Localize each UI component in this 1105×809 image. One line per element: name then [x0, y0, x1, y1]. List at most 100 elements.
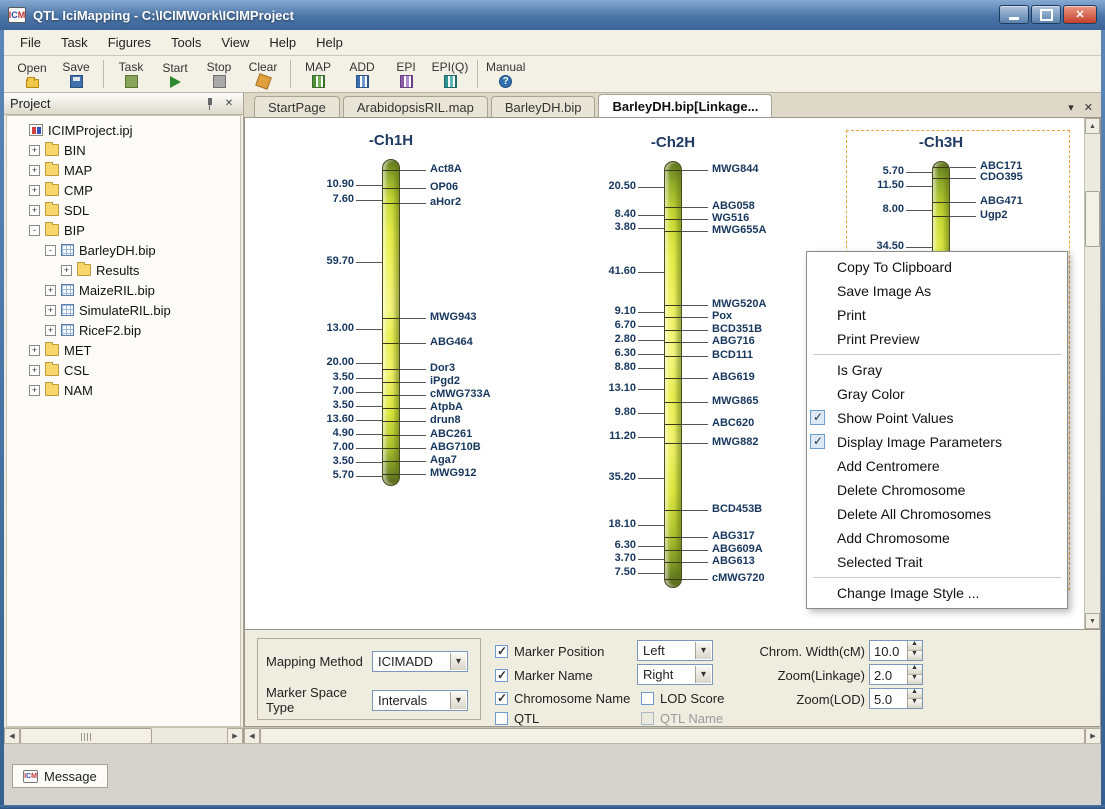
- tree-expander-icon[interactable]: +: [29, 205, 40, 216]
- toolbar-button-manual[interactable]: Manual: [483, 59, 528, 89]
- tree-item-results[interactable]: +Results: [7, 260, 240, 280]
- zoom-linkage-value[interactable]: 2.0: [870, 665, 907, 684]
- marker-space-type-select[interactable]: Intervals: [372, 690, 468, 711]
- tree-expander-icon[interactable]: +: [29, 145, 40, 156]
- toolbar-button-task[interactable]: Task: [109, 59, 153, 89]
- tree-item-map[interactable]: +MAP: [7, 160, 240, 180]
- tree-expander-icon[interactable]: +: [61, 265, 72, 276]
- checkbox-icon[interactable]: [495, 669, 508, 682]
- checkbox-icon[interactable]: [495, 712, 508, 725]
- toolbar-button-clear[interactable]: Clear: [241, 59, 285, 89]
- project-panel-close-icon[interactable]: [221, 96, 237, 112]
- checkbox-icon[interactable]: [641, 692, 654, 705]
- toolbar-button-start[interactable]: Start: [153, 60, 197, 89]
- scroll-right-icon[interactable]: ▶: [1085, 728, 1101, 744]
- main-hscrollbar[interactable]: ◀ ▶: [244, 727, 1101, 743]
- tree-item-icimproject-ipj[interactable]: ICIMProject.ipj: [7, 120, 240, 140]
- tree-item-nam[interactable]: +NAM: [7, 380, 240, 400]
- project-hscrollbar-thumb[interactable]: [20, 728, 152, 744]
- tree-item-bip[interactable]: -BIP: [7, 220, 240, 240]
- marker-position-checkbox[interactable]: Marker Position: [495, 644, 604, 659]
- toolbar-button-open[interactable]: Open: [10, 60, 54, 89]
- menu-item-6-help[interactable]: Help: [306, 31, 353, 54]
- tree-item-cmp[interactable]: +CMP: [7, 180, 240, 200]
- menu-item-4-view[interactable]: View: [211, 31, 259, 54]
- chevron-down-icon[interactable]: [695, 666, 711, 683]
- context-menu-item-add-chromosome[interactable]: Add Chromosome: [807, 526, 1067, 550]
- toolbar-button-save[interactable]: Save: [54, 59, 98, 89]
- zoom-linkage-spinner[interactable]: 2.0: [869, 664, 923, 685]
- context-menu-item-delete-chromosome[interactable]: Delete Chromosome: [807, 478, 1067, 502]
- spin-down-icon[interactable]: [908, 675, 922, 684]
- tree-item-simulateril-bip[interactable]: +SimulateRIL.bip: [7, 300, 240, 320]
- lod-score-checkbox[interactable]: LOD Score: [641, 691, 724, 706]
- menu-item-3-tools[interactable]: Tools: [161, 31, 211, 54]
- menu-item-0-file[interactable]: File: [10, 31, 51, 54]
- scroll-left-icon[interactable]: ◀: [244, 728, 260, 744]
- tab-startpage[interactable]: StartPage: [254, 96, 340, 117]
- chromosome-bar-ch2h[interactable]: [664, 161, 682, 588]
- chrom-width-spinner[interactable]: 10.0: [869, 640, 923, 661]
- close-button[interactable]: [1063, 5, 1097, 24]
- chrom-width-value[interactable]: 10.0: [870, 641, 907, 660]
- checkbox-icon[interactable]: [495, 645, 508, 658]
- tree-expander-icon[interactable]: -: [45, 245, 56, 256]
- chromosome-bar-ch1h[interactable]: [382, 159, 400, 486]
- context-menu-item-selected-trait[interactable]: Selected Trait: [807, 550, 1067, 574]
- maximize-button[interactable]: [1031, 5, 1061, 24]
- menu-item-2-figures[interactable]: Figures: [98, 31, 161, 54]
- pin-icon[interactable]: [203, 96, 217, 112]
- tree-expander-icon[interactable]: +: [45, 305, 56, 316]
- minimize-button[interactable]: [999, 5, 1029, 24]
- toolbar-button-stop[interactable]: Stop: [197, 59, 241, 89]
- chromosome-name-checkbox[interactable]: Chromosome Name: [495, 691, 630, 706]
- context-menu-item-print-preview[interactable]: Print Preview: [807, 327, 1067, 351]
- tree-item-ricef2-bip[interactable]: +RiceF2.bip: [7, 320, 240, 340]
- tree-item-sdl[interactable]: +SDL: [7, 200, 240, 220]
- toolbar-button-epi-q[interactable]: EPI(Q): [428, 59, 472, 89]
- zoom-lod-value[interactable]: 5.0: [870, 689, 907, 708]
- spin-down-icon[interactable]: [908, 699, 922, 708]
- tree-expander-icon[interactable]: +: [29, 345, 40, 356]
- tab-barleydh-bip[interactable]: BarleyDH.bip: [491, 96, 596, 117]
- tree-item-csl[interactable]: +CSL: [7, 360, 240, 380]
- main-hscrollbar-thumb[interactable]: [260, 728, 1085, 744]
- spin-down-icon[interactable]: [908, 651, 922, 660]
- marker-position-side-select[interactable]: Left: [637, 640, 713, 661]
- toolbar-button-epi[interactable]: EPI: [384, 59, 428, 89]
- tab-arabidopsisril-map[interactable]: ArabidopsisRIL.map: [343, 96, 488, 117]
- context-menu-item-print[interactable]: Print: [807, 303, 1067, 327]
- context-menu-item-delete-all-chromosomes[interactable]: Delete All Chromosomes: [807, 502, 1067, 526]
- project-hscrollbar[interactable]: ◀ ▶: [4, 727, 243, 743]
- toolbar-button-add[interactable]: ADD: [340, 59, 384, 89]
- context-menu-item-add-centromere[interactable]: Add Centromere: [807, 454, 1067, 478]
- map-vscrollbar[interactable]: ▲ ▼: [1084, 118, 1100, 629]
- tab-close-icon[interactable]: [1084, 98, 1093, 116]
- context-menu-item-change-image-style[interactable]: Change Image Style ...: [807, 581, 1067, 605]
- context-menu-item-is-gray[interactable]: Is Gray: [807, 358, 1067, 382]
- zoom-lod-spinner[interactable]: 5.0: [869, 688, 923, 709]
- context-menu-item-gray-color[interactable]: Gray Color: [807, 382, 1067, 406]
- toolbar-button-map[interactable]: MAP: [296, 59, 340, 89]
- mapping-method-select[interactable]: ICIMADD: [372, 651, 468, 672]
- scroll-left-icon[interactable]: ◀: [4, 728, 20, 744]
- scroll-down-icon[interactable]: ▼: [1085, 613, 1100, 629]
- tree-expander-icon[interactable]: -: [29, 225, 40, 236]
- checkbox-icon[interactable]: [495, 692, 508, 705]
- tree-item-bin[interactable]: +BIN: [7, 140, 240, 160]
- chevron-down-icon[interactable]: [695, 642, 711, 659]
- tree-expander-icon[interactable]: +: [45, 285, 56, 296]
- menu-item-1-task[interactable]: Task: [51, 31, 98, 54]
- marker-name-checkbox[interactable]: Marker Name: [495, 668, 593, 683]
- marker-name-side-select[interactable]: Right: [637, 664, 713, 685]
- tree-expander-icon[interactable]: +: [29, 385, 40, 396]
- scroll-right-icon[interactable]: ▶: [227, 728, 243, 744]
- tree-item-met[interactable]: +MET: [7, 340, 240, 360]
- qtl-checkbox[interactable]: QTL: [495, 711, 539, 726]
- map-vscrollbar-thumb[interactable]: [1085, 191, 1100, 247]
- tab-list-chevron-icon[interactable]: [1068, 98, 1074, 116]
- tree-item-maizeril-bip[interactable]: +MaizeRIL.bip: [7, 280, 240, 300]
- message-tab[interactable]: ICM Message: [12, 764, 108, 788]
- context-menu-item-display-image-parameters[interactable]: Display Image Parameters: [807, 430, 1067, 454]
- tree-expander-icon[interactable]: +: [45, 325, 56, 336]
